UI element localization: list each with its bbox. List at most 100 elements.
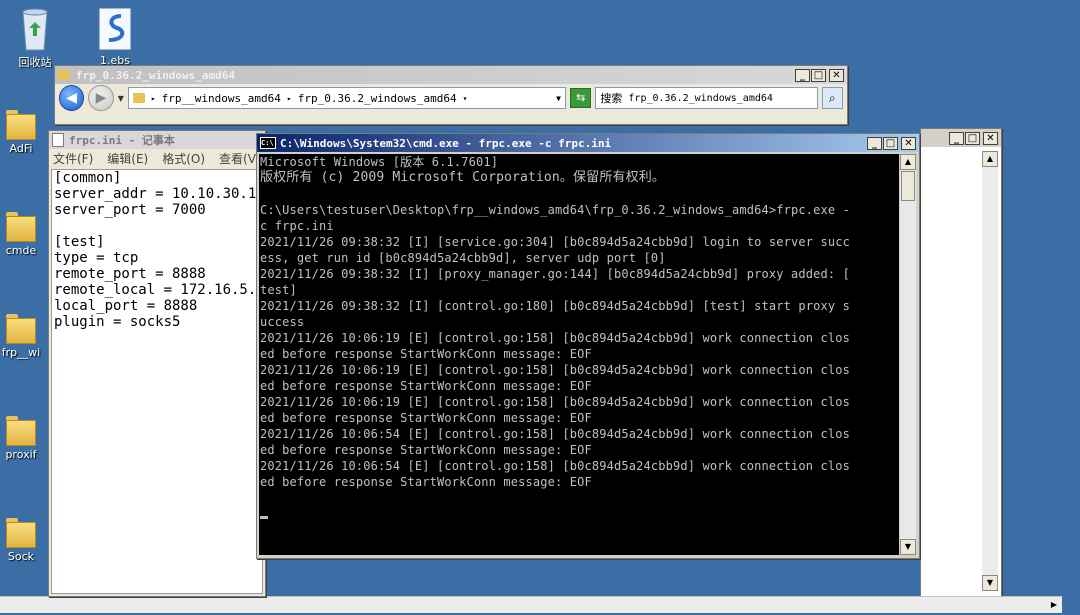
console-line: ess, get run id [b0c894d5a24cbb9d], serv… (260, 251, 666, 265)
menu-format[interactable]: 格式(O) (162, 150, 205, 167)
minimize-button[interactable]: _ (795, 68, 810, 82)
background-window-titlebar[interactable]: _ □ ✕ (921, 129, 1001, 147)
console-line: uccess (260, 315, 305, 329)
folder-icon (132, 93, 145, 103)
folder-sock-icon[interactable]: Sock (0, 516, 52, 563)
folder-cmde-icon[interactable]: cmde (0, 210, 52, 257)
text-line: local_port = 8888 (54, 298, 198, 314)
close-button[interactable]: ✕ (901, 136, 916, 150)
folder-icon (6, 210, 36, 242)
cmd-titlebar[interactable]: C:\ C:\Windows\System32\cmd.exe - frpc.e… (257, 134, 919, 152)
search-value: frp_0.36.2_windows_amd64 (628, 92, 773, 104)
text-line: server_port = 7000 (54, 202, 206, 218)
maximize-button[interactable]: □ (883, 136, 898, 150)
minimize-button[interactable]: _ (867, 136, 882, 150)
folder-icon (6, 516, 36, 548)
console-line: test] (260, 283, 297, 297)
desktop-edge (1062, 0, 1080, 615)
forward-arrow-icon[interactable]: ▶ (88, 85, 114, 111)
chevron-right-icon: ▸ (286, 93, 292, 103)
console-line: ed before response StartWorkConn message… (260, 411, 592, 425)
maximize-button[interactable]: □ (811, 68, 826, 82)
script-file-icon[interactable]: 1.ebs (84, 6, 146, 67)
console-line: 2021/11/26 10:06:19 [E] [control.go:158]… (260, 331, 850, 345)
text-cursor (260, 516, 268, 519)
cmd-window[interactable]: C:\ C:\Windows\System32\cmd.exe - frpc.e… (256, 133, 920, 559)
folder-icon (58, 70, 70, 80)
notepad-icon (52, 133, 64, 147)
explorer-window[interactable]: frp_0.36.2_windows_amd64 _ □ ✕ ◀ ▶ ▼ ▸ f… (54, 65, 848, 125)
notepad-menubar: 文件(F) 编辑(E) 格式(O) 查看(V (49, 149, 265, 167)
text-line: [common] (54, 170, 122, 186)
recycle-bin-icon[interactable]: 回收站 (4, 6, 66, 70)
console-line: 2021/11/26 09:38:32 [I] [service.go:304]… (260, 235, 850, 249)
maximize-button[interactable]: □ (965, 131, 980, 145)
scrollbar[interactable]: ▲ ▼ (982, 151, 998, 591)
background-window[interactable]: _ □ ✕ ▲ ▼ (920, 128, 1002, 598)
minimize-button[interactable]: _ (949, 131, 964, 145)
console-line: 2021/11/26 09:38:32 [I] [control.go:180]… (260, 299, 850, 313)
folder-proxif-label: proxif (5, 448, 37, 461)
explorer-title: frp_0.36.2_windows_amd64 (76, 68, 235, 82)
console-output[interactable]: Microsoft Windows [版本 6.1.7601] 版权所有 (c)… (259, 154, 899, 555)
console-line: 2021/11/26 10:06:54 [E] [control.go:158]… (260, 427, 850, 441)
folder-icon (6, 108, 36, 140)
console-scrollbar[interactable]: ▲ ▼ (899, 154, 916, 555)
text-line: remote_local = 172.16.5.1: (54, 282, 263, 298)
address-dropdown-icon[interactable]: ▼ (556, 94, 561, 103)
close-button[interactable]: ✕ (829, 68, 844, 82)
folder-adfind-label: AdFi (9, 142, 33, 155)
folder-icon (6, 414, 36, 446)
menu-file[interactable]: 文件(F) (53, 150, 93, 167)
explorer-address-row: ◀ ▶ ▼ ▸ frp__windows_amd64 ▸ frp_0.36.2_… (55, 84, 847, 112)
menu-edit[interactable]: 编辑(E) (107, 150, 148, 167)
text-line: [test] (54, 234, 105, 250)
console-line: C:\Users\testuser\Desktop\frp__windows_a… (260, 203, 850, 217)
folder-icon (6, 312, 36, 344)
explorer-titlebar[interactable]: frp_0.36.2_windows_amd64 _ □ ✕ (55, 66, 847, 84)
console-line: 2021/11/26 10:06:19 [E] [control.go:158]… (260, 395, 850, 409)
breadcrumb-item[interactable]: frp_0.36.2_windows_amd64 (298, 92, 457, 105)
console-line: Microsoft Windows [版本 6.1.7601] (260, 155, 499, 169)
notepad-text-area[interactable]: [common] server_addr = 10.10.30.13( serv… (51, 169, 263, 594)
text-line: plugin = socks5 (54, 314, 181, 330)
console-line: ed before response StartWorkConn message… (260, 443, 592, 457)
notepad-window[interactable]: frpc.ini - 记事本 文件(F) 编辑(E) 格式(O) 查看(V [c… (48, 130, 266, 597)
notepad-title: frpc.ini - 记事本 (69, 134, 175, 147)
address-bar[interactable]: ▸ frp__windows_amd64 ▸ frp_0.36.2_window… (127, 87, 566, 109)
scroll-up-arrow-icon[interactable]: ▲ (900, 154, 916, 170)
close-button[interactable]: ✕ (983, 131, 998, 145)
cmd-title: C:\Windows\System32\cmd.exe - frpc.exe -… (280, 136, 612, 150)
folder-cmde-label: cmde (5, 244, 37, 257)
scroll-right-arrow-icon[interactable]: ▶ (1046, 597, 1062, 613)
refresh-icon[interactable]: ⇆ (569, 88, 592, 108)
menu-view[interactable]: 查看(V (219, 150, 256, 167)
console-line: ed before response StartWorkConn message… (260, 475, 592, 489)
console-icon: C:\ (260, 137, 276, 149)
search-input[interactable]: 搜索 frp_0.36.2_windows_amd64 (595, 87, 818, 109)
notepad-titlebar[interactable]: frpc.ini - 记事本 (49, 131, 265, 149)
chevron-down-icon[interactable]: ▾ (463, 94, 468, 103)
back-arrow-icon[interactable]: ◀ (59, 85, 85, 111)
chevron-right-icon: ▸ (150, 93, 156, 103)
scroll-down-arrow-icon[interactable]: ▼ (900, 539, 916, 555)
recycle-bin-glyph (22, 8, 48, 51)
scroll-up-arrow-icon[interactable]: ▲ (982, 151, 998, 167)
folder-frp-icon[interactable]: frp__wi (0, 312, 52, 359)
script-file-glyph (98, 7, 132, 51)
text-line: type = tcp (54, 250, 139, 266)
history-dropdown-icon[interactable]: ▼ (118, 94, 124, 103)
scroll-down-arrow-icon[interactable]: ▼ (982, 575, 998, 591)
breadcrumb-item[interactable]: frp__windows_amd64 (162, 92, 281, 105)
horizontal-scrollbar[interactable]: ▶ (0, 596, 1062, 613)
console-line: 版权所有 (c) 2009 Microsoft Corporation。保留所有… (260, 170, 666, 185)
console-line: 2021/11/26 10:06:19 [E] [control.go:158]… (260, 363, 850, 377)
folder-adfind-icon[interactable]: AdFi (0, 108, 52, 155)
text-line: server_addr = 10.10.30.13( (54, 186, 263, 202)
folder-sock-label: Sock (7, 550, 35, 563)
search-icon[interactable]: ⌕ (821, 87, 843, 109)
folder-proxif-icon[interactable]: proxif (0, 414, 52, 461)
scroll-thumb[interactable] (901, 171, 915, 201)
